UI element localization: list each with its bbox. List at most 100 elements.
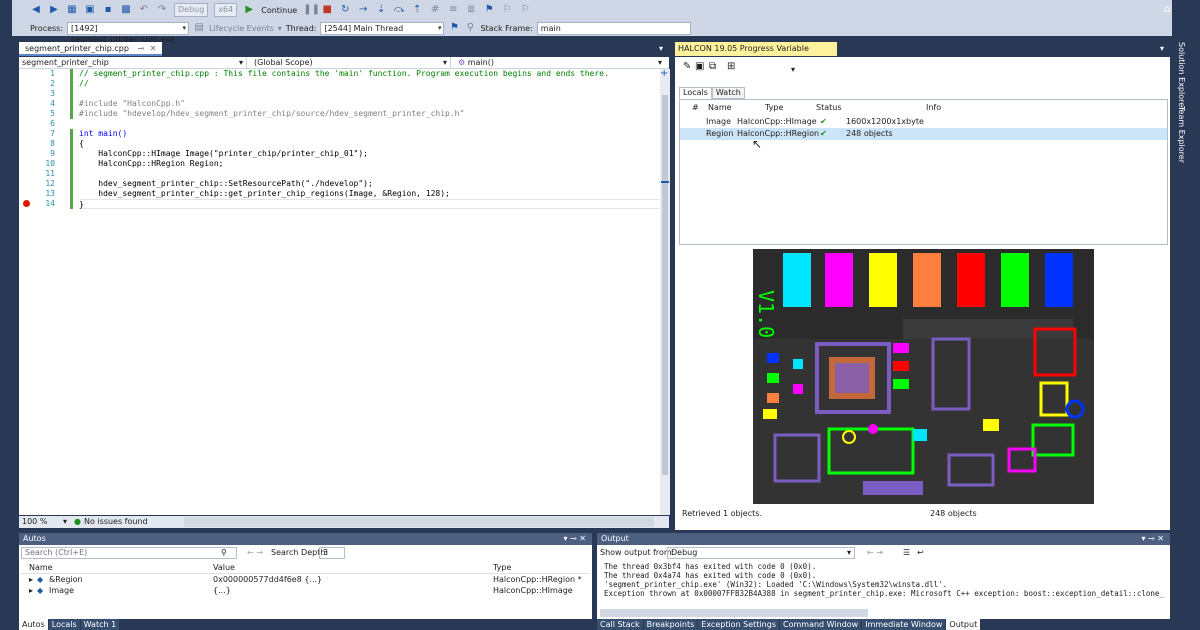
chevron-down-icon: ▾ [437, 23, 442, 32]
chevron-down-icon[interactable]: ▾ [659, 44, 663, 53]
comment-icon[interactable]: ≡ [447, 4, 459, 16]
thread-dropdown[interactable]: [2544] Main Thread ▾ [320, 21, 445, 35]
step-into-icon[interactable]: ⇣ [375, 4, 387, 16]
column-header: Value [213, 563, 235, 572]
tab-output[interactable]: Output [946, 619, 981, 630]
zoom-level[interactable]: 100 % [22, 517, 47, 526]
save-all-icon[interactable]: ▩ [120, 4, 132, 16]
table-row[interactable]: ▸ ◆ Image {...} HalconCpp::HImage [21, 586, 590, 597]
tab-command-window[interactable]: Command Window [780, 619, 862, 630]
layers-icon[interactable]: ⧉ [709, 61, 716, 72]
tab-locals[interactable]: Locals [679, 87, 712, 99]
tab-watch[interactable]: Watch [711, 87, 745, 99]
uncomment-icon[interactable]: ≣ [465, 4, 477, 16]
process-dropdown[interactable]: [1492] segment_printer_chip.exe ▾ [67, 21, 190, 44]
editor-scrollbar[interactable] [660, 69, 670, 515]
table-row[interactable]: ▸ ◆ &Region 0x000000577dd4f6e8 {...} Hal… [21, 575, 590, 586]
search-icon[interactable]: ⚲ [221, 548, 227, 557]
pad-small [893, 379, 909, 389]
filter-threads-icon[interactable]: ⚲ [464, 22, 476, 34]
chip-pattern [835, 363, 869, 393]
contact-pad-yellow [869, 253, 897, 307]
code-editor[interactable]: 1 2 3 4 5 6 7 8 9 10 11 12 13 14 // segm… [19, 69, 660, 515]
region-image-canvas[interactable]: V1.0 [753, 249, 1094, 504]
step-over-icon[interactable]: ⤼ [393, 4, 405, 16]
search-depth-dropdown[interactable]: 3 [319, 547, 345, 559]
lifecycle-icon[interactable]: ▤ [193, 22, 205, 34]
clear-all-icon[interactable]: ☰ [903, 548, 910, 557]
image-icon[interactable]: ▣ [695, 61, 704, 72]
tab-immediate-window[interactable]: Immediate Window [862, 619, 946, 630]
hex-icon[interactable]: # [429, 4, 441, 16]
pencil-icon[interactable]: ✎ [683, 61, 691, 72]
close-icon[interactable]: ▾ ⊸ ✕ [1141, 533, 1164, 545]
split-icon[interactable]: + [660, 69, 672, 79]
next-bookmark-icon[interactable]: ⚐ [519, 4, 531, 16]
close-icon[interactable]: ▾ ⊸ ✕ [563, 533, 586, 545]
expand-icon[interactable]: ▸ [29, 575, 33, 584]
tab-autos[interactable]: Autos [19, 619, 48, 630]
pause-icon[interactable]: ❚❚ [303, 4, 320, 16]
continue-button[interactable]: Continue [261, 6, 297, 15]
prev-bookmark-icon[interactable]: ⚐ [501, 4, 513, 16]
forward-icon[interactable]: ▶ [48, 4, 60, 16]
back-icon[interactable]: ◀ [30, 4, 42, 16]
scope-dropdown[interactable]: (Global Scope) ▾ [251, 57, 451, 68]
expand-icon[interactable]: ▸ [29, 586, 33, 595]
chevron-down-icon: ▾ [182, 23, 187, 32]
bookmark-icon[interactable]: ⚑ [483, 4, 495, 16]
issues-status[interactable]: No issues found [84, 517, 148, 526]
new-project-icon[interactable]: ▦ [66, 4, 78, 16]
pad-small [913, 429, 927, 441]
tab-exception-settings[interactable]: Exception Settings [698, 619, 779, 630]
tab-call-stack[interactable]: Call Stack [597, 619, 643, 630]
redo-icon[interactable]: ↷ [156, 4, 168, 16]
restart-icon[interactable]: ↻ [339, 4, 351, 16]
variable-name: Image [49, 586, 75, 595]
output-panel: Show output from: Debug ▾ ⇤ ⇥ ☰ ↩ The th… [597, 545, 1170, 619]
variable-name: &Region [49, 575, 83, 584]
solution-explorer-tab[interactable]: Solution Explorer [1177, 42, 1186, 110]
word-wrap-icon[interactable]: ↩ [917, 548, 924, 557]
account-icon[interactable]: ⌂ [1164, 4, 1176, 16]
back-icon[interactable]: ← → [247, 548, 263, 557]
table-row[interactable]: Image HalconCpp::HImage ✔ 1600x1200x1xby… [680, 116, 1167, 128]
platform-dropdown[interactable]: x64 [214, 3, 238, 17]
horizontal-scrollbar[interactable] [600, 609, 868, 617]
search-input[interactable]: Search (Ctrl+E) [21, 547, 237, 559]
tab-locals[interactable]: Locals [48, 619, 80, 630]
chevron-down-icon: ▾ [238, 58, 243, 67]
open-icon[interactable]: ▣ [84, 4, 96, 16]
scrollbar-thumb[interactable] [662, 95, 668, 475]
line-number: 13 [45, 189, 55, 198]
config-dropdown[interactable]: Debug [174, 3, 209, 17]
step-out-icon[interactable]: ⇡ [411, 4, 423, 16]
stop-icon[interactable]: ■ [321, 4, 333, 16]
pad-small [893, 361, 909, 371]
lifecycle-events-button[interactable]: Lifecycle Events [209, 24, 274, 33]
undo-icon[interactable]: ↶ [138, 4, 150, 16]
function-dropdown[interactable]: ⚙ main() ▾ [455, 57, 665, 68]
horizontal-scrollbar[interactable] [184, 517, 654, 527]
continue-icon[interactable]: ▶ [243, 4, 255, 16]
flag-thread-icon[interactable]: ⚑ [448, 22, 460, 34]
line-number: 9 [50, 149, 55, 158]
team-explorer-tab[interactable]: Team Explorer [1177, 106, 1186, 163]
halcon-inspect-tab[interactable]: HALCON 19.05 Progress Variable Inspect ⊸… [675, 42, 837, 67]
chevron-down-icon[interactable]: ▾ [791, 65, 795, 74]
tab-breakpoints[interactable]: Breakpoints [643, 619, 698, 630]
chevron-down-icon[interactable]: ▾ [1160, 44, 1164, 53]
output-source-dropdown[interactable]: Debug ▾ [667, 547, 855, 559]
tab-segment-printer-chip-cpp[interactable]: segment_printer_chip.cpp ⊸ ✕ [19, 42, 163, 56]
pin-icon[interactable]: ⊸ [138, 44, 145, 53]
save-icon[interactable]: ▪ [102, 4, 114, 16]
find-message-icon[interactable]: ⇤ ⇥ [867, 548, 883, 557]
chevron-down-icon[interactable]: ▾ [63, 517, 67, 526]
project-dropdown[interactable]: segment_printer_chip ▾ [19, 57, 247, 68]
tab-watch-1[interactable]: Watch 1 [80, 619, 120, 630]
breakpoint-icon[interactable] [23, 200, 30, 207]
close-icon[interactable]: ✕ [150, 44, 157, 53]
stack-frame-dropdown[interactable]: main [536, 21, 691, 35]
show-next-statement-icon[interactable]: → [357, 4, 369, 16]
window-icon[interactable]: ⊞ [727, 61, 735, 72]
